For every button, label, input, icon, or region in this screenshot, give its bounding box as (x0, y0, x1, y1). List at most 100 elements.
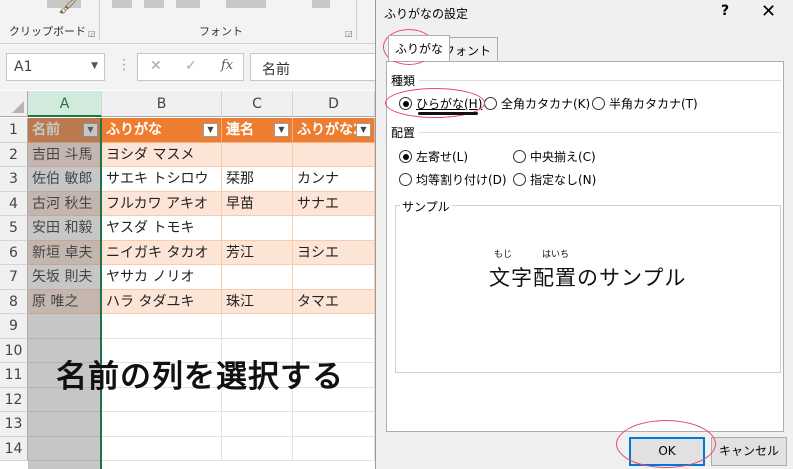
row-header-12[interactable]: 12 (0, 387, 28, 412)
cell-b1[interactable]: ふりがな ▼ (102, 118, 222, 143)
filter-dropdown-icon[interactable]: ▼ (203, 123, 218, 137)
cell-d8[interactable]: タマエ (293, 289, 375, 314)
font-launcher-icon[interactable]: ◲ (345, 29, 353, 38)
cell-c9[interactable] (222, 314, 293, 339)
font-control-fragment[interactable] (312, 0, 330, 8)
font-control-fragment[interactable] (144, 0, 164, 8)
row-header-9[interactable]: 9 (0, 314, 28, 339)
cell-d7[interactable] (293, 265, 375, 290)
radio-align-center[interactable]: 中央揃え(C) (513, 148, 596, 165)
cell-a6[interactable]: 新垣 卓夫 (28, 240, 102, 265)
cell-a4[interactable]: 古河 秋生 (28, 191, 102, 216)
formula-input[interactable]: 名前 (250, 53, 375, 81)
cell-a5[interactable]: 安田 和毅 (28, 216, 102, 241)
column-header-c[interactable]: C (222, 91, 293, 117)
cell-a3[interactable]: 佐伯 敏郎 (28, 167, 102, 192)
cell-b2[interactable]: ヨシダ マスメ (102, 142, 222, 167)
row-header-10[interactable]: 10 (0, 338, 28, 363)
cell-b13[interactable] (102, 412, 222, 437)
cell-c2[interactable] (222, 142, 293, 167)
format-painter-icon[interactable]: 🖌 (58, 0, 78, 15)
font-control-fragment[interactable] (226, 0, 266, 8)
font-control-fragment[interactable] (112, 0, 132, 8)
cell-d13[interactable] (293, 412, 375, 437)
radio-zenkaku-katakana[interactable]: 全角カタカナ(K) (484, 95, 590, 112)
cell-d6[interactable]: ヨシエ (293, 240, 375, 265)
row-header-2[interactable]: 2 (0, 142, 28, 167)
worksheet-grid[interactable]: A B C D 1 名前 ▼ ふりがな ▼ 連名 ▼ ふりがな2 ▼ 2 吉田 斗馬 ヨシダ マスメ 3… (0, 91, 375, 469)
cell-d5[interactable] (293, 216, 375, 241)
cell-a2[interactable]: 吉田 斗馬 (28, 142, 102, 167)
row-header-14[interactable]: 14 (0, 436, 28, 461)
row-header-5[interactable]: 5 (0, 216, 28, 241)
ok-button[interactable]: OK (629, 437, 705, 466)
instruction-caption: 名前の列を選択する (56, 359, 344, 395)
radio-hiragana[interactable]: ひらがな(H) (399, 95, 482, 112)
radio-button-icon (399, 150, 412, 163)
row-header-11[interactable]: 11 (0, 363, 28, 388)
row-header-8[interactable]: 8 (0, 289, 28, 314)
filter-dropdown-icon[interactable]: ▼ (83, 123, 98, 137)
header-label: 名前 (32, 122, 60, 138)
cell-a14[interactable] (28, 436, 102, 461)
cell-d14[interactable] (293, 436, 375, 461)
cell-a8[interactable]: 原 唯之 (28, 289, 102, 314)
column-header-b[interactable]: B (102, 91, 222, 117)
cell-b8[interactable]: ハラ タダユキ (102, 289, 222, 314)
radio-hankaku-katakana[interactable]: 半角カタカナ(T) (592, 95, 698, 112)
cell-b9[interactable] (102, 314, 222, 339)
tab-furigana[interactable]: ふりがな (388, 35, 451, 61)
clipboard-launcher-icon[interactable]: ◲ (88, 29, 96, 38)
cell-b6[interactable]: ニイガキ タカオ (102, 240, 222, 265)
cell-c14[interactable] (222, 436, 293, 461)
radio-align-left[interactable]: 左寄せ(L) (399, 148, 468, 165)
name-box[interactable]: A1 ▼ (6, 53, 105, 81)
cell-b14[interactable] (102, 436, 222, 461)
cell-a1[interactable]: 名前 ▼ (28, 118, 102, 143)
cell-d4[interactable]: サナエ (293, 191, 375, 216)
cell-a13[interactable] (28, 412, 102, 437)
row-header-4[interactable]: 4 (0, 191, 28, 216)
row-header-3[interactable]: 3 (0, 167, 28, 192)
row-header-1[interactable]: 1 (0, 118, 28, 143)
radio-align-distributed[interactable]: 均等割り付け(D) (399, 171, 507, 188)
cell-b4[interactable]: フルカワ アキオ (102, 191, 222, 216)
row-header-13[interactable]: 13 (0, 412, 28, 437)
cell-d3[interactable]: カンナ (293, 167, 375, 192)
cell-c5[interactable] (222, 216, 293, 241)
select-all-corner[interactable] (0, 91, 28, 117)
cell-d9[interactable] (293, 314, 375, 339)
cancel-button[interactable]: キャンセル (711, 437, 787, 466)
type-section-label: 種類 (391, 74, 416, 88)
cell-d2[interactable] (293, 142, 375, 167)
chevron-down-icon[interactable]: ▼ (91, 61, 98, 71)
fx-icon[interactable]: fx (221, 58, 233, 73)
column-header-a[interactable]: A (28, 91, 102, 117)
help-icon[interactable]: ? (721, 3, 729, 19)
row-header-7[interactable]: 7 (0, 265, 28, 290)
cell-c7[interactable] (222, 265, 293, 290)
cell-a9[interactable] (28, 314, 102, 339)
cell-b3[interactable]: サエキ トシロウ (102, 167, 222, 192)
cell-b5[interactable]: ヤスダ トモキ (102, 216, 222, 241)
cell-c3[interactable]: 栞那 (222, 167, 293, 192)
row-header-6[interactable]: 6 (0, 240, 28, 265)
cancel-icon[interactable]: ✕ (150, 58, 162, 74)
cell-d1[interactable]: ふりがな2 ▼ (293, 118, 375, 143)
cell-c13[interactable] (222, 412, 293, 437)
cell-c1[interactable]: 連名 ▼ (222, 118, 293, 143)
filter-dropdown-icon[interactable]: ▼ (274, 123, 289, 137)
cell-c8[interactable]: 珠江 (222, 289, 293, 314)
cell-b7[interactable]: ヤサカ ノリオ (102, 265, 222, 290)
column-header-d[interactable]: D (293, 91, 375, 117)
enter-icon[interactable]: ✓ (185, 58, 197, 74)
filter-dropdown-icon[interactable]: ▼ (356, 123, 371, 137)
font-control-fragment[interactable] (176, 0, 200, 8)
splitter-handle[interactable]: ⋮ (117, 57, 131, 73)
radio-align-none[interactable]: 指定なし(N) (513, 171, 596, 188)
cell-a7[interactable]: 矢坂 則夫 (28, 265, 102, 290)
cell-c4[interactable]: 早苗 (222, 191, 293, 216)
radio-align-left-label: 左寄せ(L) (416, 150, 469, 164)
cell-c6[interactable]: 芳江 (222, 240, 293, 265)
close-icon[interactable]: ✕ (761, 1, 776, 22)
